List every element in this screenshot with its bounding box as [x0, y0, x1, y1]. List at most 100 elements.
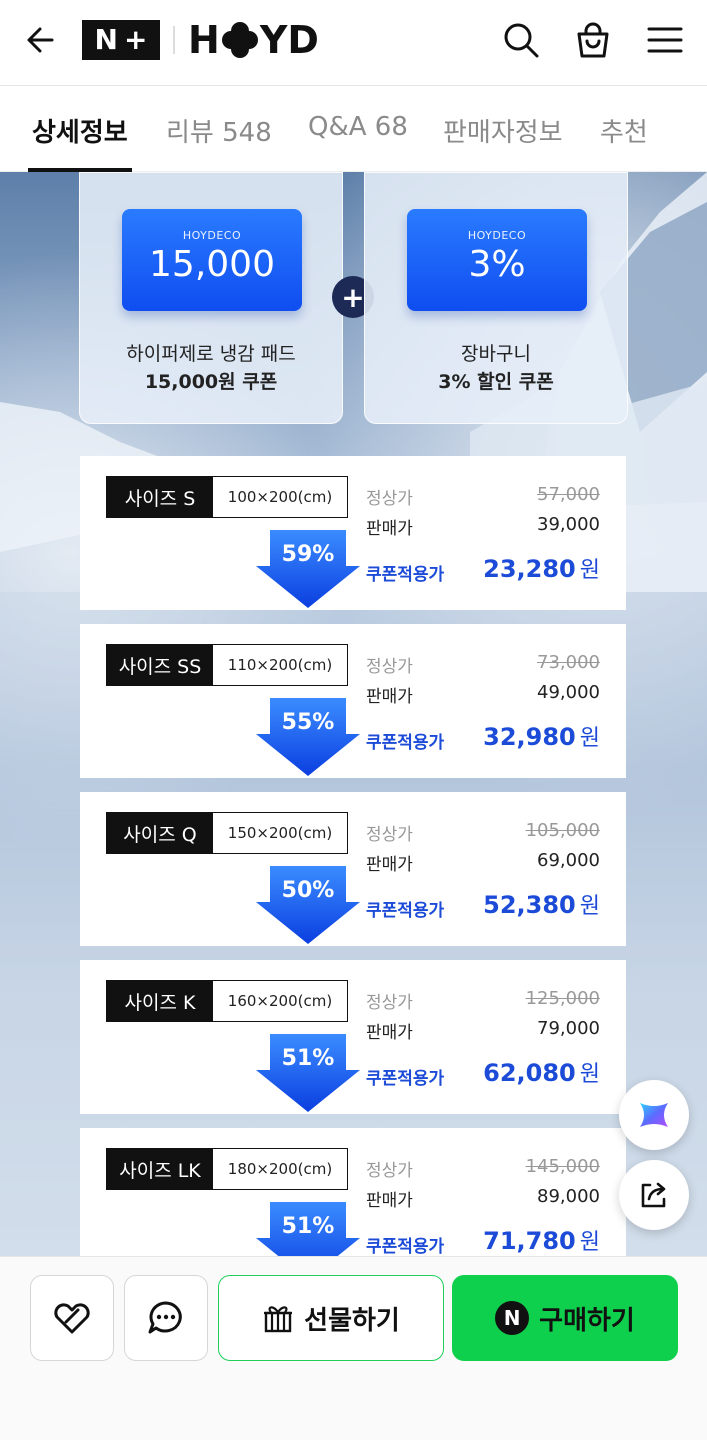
coupon-price: 23,280 원 — [483, 552, 600, 584]
nplus-logo[interactable]: N + — [82, 20, 160, 60]
coupon-price-label: 쿠폰적용가 — [366, 1237, 445, 1256]
currency-unit: 원 — [579, 894, 600, 919]
size-price-card: 사이즈 SS 110×200(cm) 55% 정상가 판매가 쿠폰적용가 73,… — [80, 624, 626, 778]
sale-price: 69,000 — [537, 850, 600, 871]
top-header: N + H YD — [0, 0, 707, 86]
coupon-price-label: 쿠폰적용가 — [366, 565, 445, 585]
buy-button[interactable]: N 구매하기 — [452, 1275, 678, 1361]
size-label: 사이즈 Q 150×200(cm) — [106, 812, 348, 854]
size-label: 사이즈 K 160×200(cm) — [106, 980, 348, 1022]
regular-price-label: 정상가 — [366, 657, 413, 677]
coupon-price-label: 쿠폰적용가 — [366, 901, 445, 921]
coupon-brand: HOYDECO — [467, 229, 527, 242]
share-icon — [641, 1182, 666, 1208]
coupon-amount: 3% — [468, 244, 526, 285]
tab-seller-info[interactable]: 판매자정보 — [443, 112, 563, 149]
bottom-action-bar: 선물하기 N 구매하기 — [0, 1256, 707, 1440]
size-label: 사이즈 LK 180×200(cm) — [106, 1148, 348, 1190]
size-dimensions: 180×200(cm) — [213, 1149, 347, 1189]
heart-icon — [54, 1303, 90, 1334]
size-label: 사이즈 SS 110×200(cm) — [106, 644, 348, 686]
naver-pay-letter: N — [503, 1306, 521, 1330]
coupon-price-label: 쿠폰적용가 — [366, 1069, 445, 1089]
gift-button[interactable]: 선물하기 — [218, 1275, 444, 1361]
tab-detail[interactable]: 상세정보 — [32, 112, 128, 149]
currency-unit: 원 — [579, 726, 600, 751]
share-button[interactable] — [619, 1160, 689, 1230]
coupon-brand: HOYDECO — [182, 229, 242, 242]
coupon-card-product[interactable]: HOYDECO 15,000 하이퍼제로 냉감 패드 15,000원 쿠폰 — [79, 172, 343, 424]
currency-unit: 원 — [579, 558, 600, 583]
coupon-amount: 15,000 — [149, 244, 275, 285]
size-price-card: 사이즈 S 100×200(cm) 59% 정상가 판매가 쿠폰적용가 57,0… — [80, 456, 626, 610]
sale-price: 39,000 — [537, 514, 600, 535]
size-name: 사이즈 Q — [107, 813, 213, 853]
regular-price: 125,000 — [525, 988, 600, 1009]
ai-sparkle-icon — [640, 1103, 668, 1127]
regular-price: 145,000 — [525, 1156, 600, 1177]
currency-unit: 원 — [579, 1230, 600, 1255]
sale-price-label: 판매가 — [366, 687, 413, 707]
size-price-card: 사이즈 K 160×200(cm) 51% 정상가 판매가 쿠폰적용가 125,… — [80, 960, 626, 1114]
gift-icon — [264, 1306, 293, 1333]
size-label: 사이즈 S 100×200(cm) — [106, 476, 348, 518]
back-arrow-icon[interactable] — [22, 20, 62, 60]
size-dimensions: 110×200(cm) — [213, 645, 347, 685]
coupon-price: 62,080 원 — [483, 1056, 600, 1088]
gift-button-label: 선물하기 — [304, 1305, 400, 1336]
coupon-price-label: 쿠폰적용가 — [366, 733, 445, 753]
coupon-price: 52,380 원 — [483, 888, 600, 920]
regular-price-label: 정상가 — [366, 489, 413, 509]
sale-price: 49,000 — [537, 682, 600, 703]
tab-reviews[interactable]: 리뷰 548 — [166, 112, 272, 149]
tab-recommend[interactable]: 추천 — [600, 112, 648, 149]
regular-price-label: 정상가 — [366, 993, 413, 1013]
product-detail-image: HOYDECO 15,000 하이퍼제로 냉감 패드 15,000원 쿠폰 + … — [0, 172, 707, 1256]
coupon-value-text: 15,000원 쿠폰 — [144, 371, 278, 393]
sale-price-label: 판매가 — [366, 1191, 413, 1211]
naver-pay-icon: N — [495, 1301, 530, 1335]
buy-button-label: 구매하기 — [539, 1305, 635, 1336]
discount-percent: 51% — [281, 1214, 335, 1239]
store-logo-yd: YD — [259, 18, 319, 62]
size-name: 사이즈 LK — [107, 1149, 213, 1189]
nplus-logo-plus: + — [123, 23, 148, 56]
coupon-price: 71,780 원 — [483, 1224, 600, 1256]
coupon-price-value: 23,280 — [483, 555, 576, 583]
product-tabs: 상세정보 리뷰 548 Q&A 68 판매자정보 추천 — [0, 86, 707, 172]
sale-price-label: 판매가 — [366, 855, 413, 875]
clover-icon — [221, 22, 258, 58]
size-name: 사이즈 K — [107, 981, 213, 1021]
sale-price: 89,000 — [537, 1186, 600, 1207]
nplus-logo-n: N — [94, 23, 118, 56]
menu-icon[interactable] — [643, 18, 687, 62]
coupon-ticket: HOYDECO 15,000 — [122, 209, 302, 311]
coupon-card-cart[interactable]: HOYDECO 3% 장바구니 3% 할인 쿠폰 — [364, 172, 628, 424]
regular-price-label: 정상가 — [366, 1161, 413, 1181]
size-price-card: 사이즈 Q 150×200(cm) 50% 정상가 판매가 쿠폰적용가 105,… — [80, 792, 626, 946]
coupon-value-text: 3% 할인 쿠폰 — [438, 371, 554, 393]
search-icon[interactable] — [499, 18, 543, 62]
sale-price-label: 판매가 — [366, 519, 413, 539]
header-actions — [499, 18, 687, 62]
regular-price: 73,000 — [537, 652, 600, 673]
chat-bubble-icon — [148, 1301, 182, 1334]
tab-qna[interactable]: Q&A 68 — [308, 112, 408, 142]
store-logo[interactable]: H YD — [188, 18, 319, 62]
coupon-price-value: 62,080 — [483, 1059, 576, 1087]
ai-assistant-button[interactable] — [619, 1080, 689, 1150]
regular-price: 57,000 — [537, 484, 600, 505]
coupon-price-value: 32,980 — [483, 723, 576, 751]
coupon-ticket: HOYDECO 3% — [407, 209, 587, 311]
size-name: 사이즈 SS — [107, 645, 213, 685]
talk-button[interactable] — [124, 1275, 208, 1361]
store-logo-h: H — [188, 18, 220, 62]
sale-price-label: 판매가 — [366, 1023, 413, 1043]
coupon-price: 32,980 원 — [483, 720, 600, 752]
discount-percent: 51% — [281, 1046, 335, 1071]
shopping-bag-icon[interactable] — [571, 18, 615, 62]
sale-price: 79,000 — [537, 1018, 600, 1039]
size-dimensions: 150×200(cm) — [213, 813, 347, 853]
discount-percent: 55% — [281, 710, 335, 735]
wishlist-button[interactable] — [30, 1275, 114, 1361]
